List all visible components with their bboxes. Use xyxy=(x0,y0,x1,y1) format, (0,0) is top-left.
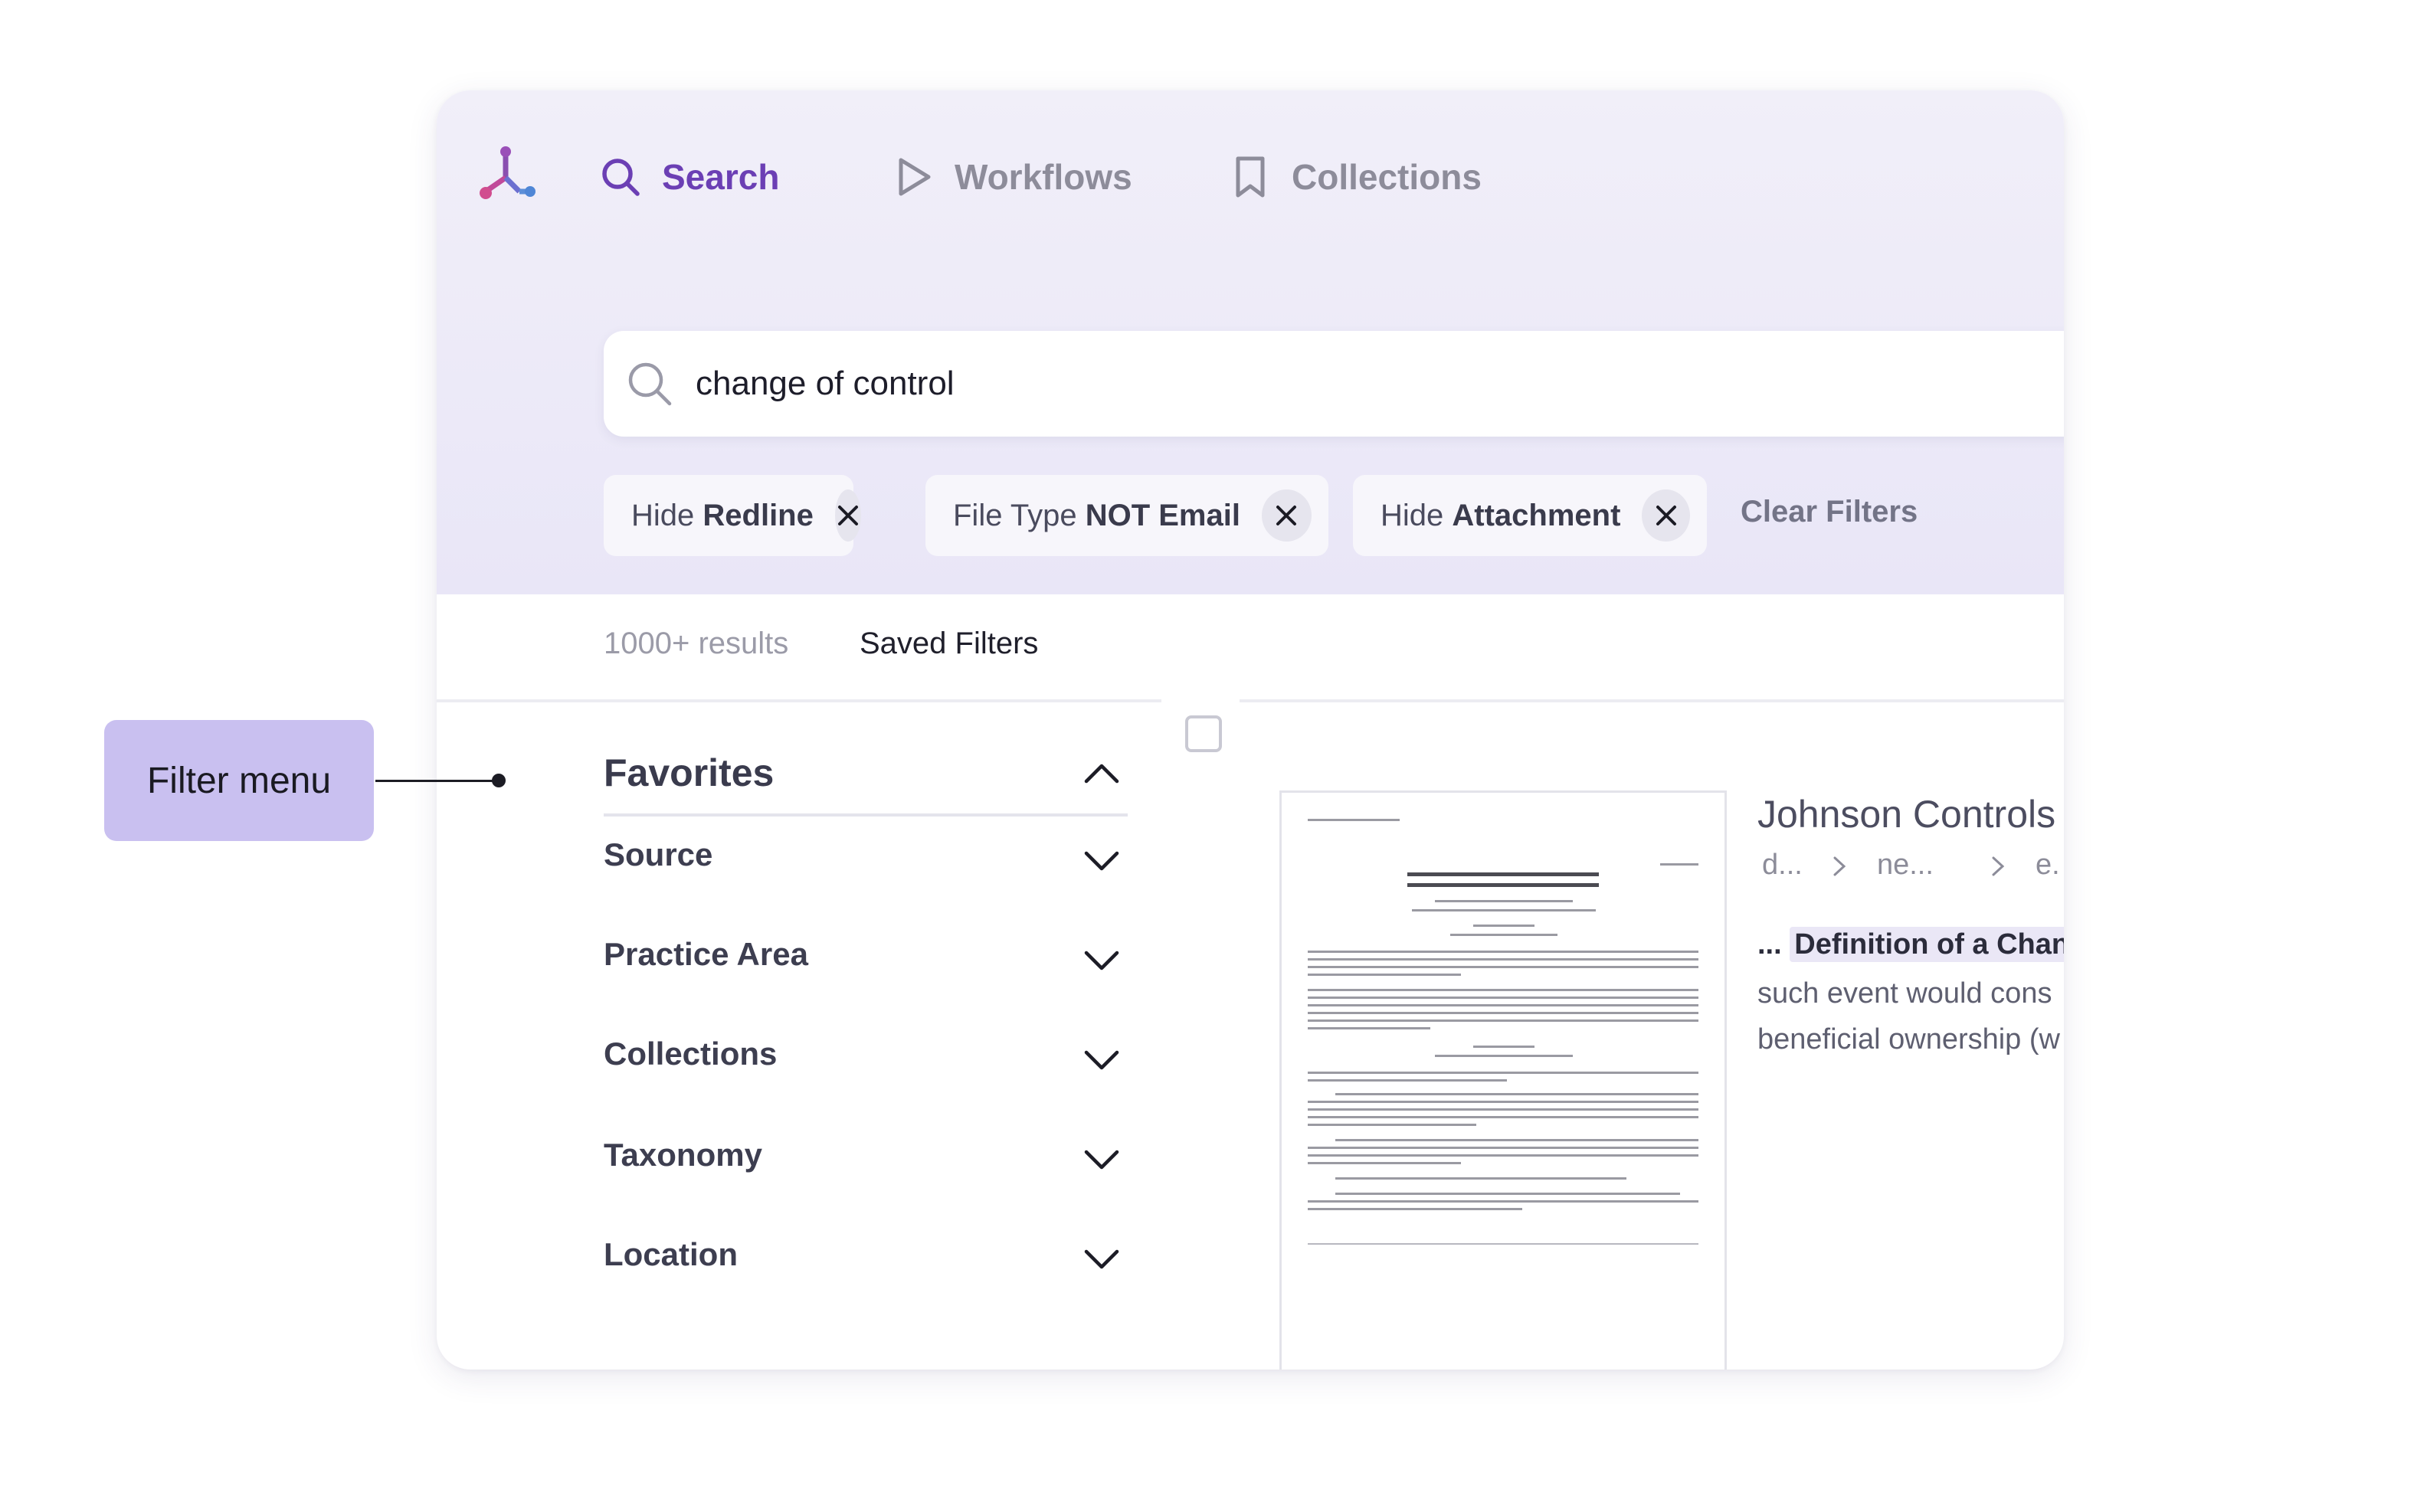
filter-item-source[interactable]: Source xyxy=(604,836,712,873)
search-icon xyxy=(628,362,672,406)
filter-item-taxonomy[interactable]: Taxonomy xyxy=(604,1137,762,1173)
result-snippet-line: such event would cons xyxy=(1757,977,2052,1010)
snippet-prefix: ... xyxy=(1757,928,1782,961)
tab-search-label: Search xyxy=(662,157,780,197)
document-thumbnail[interactable] xyxy=(1279,790,1727,1370)
breadcrumb: d... ne... e. xyxy=(1762,849,2064,882)
tab-search[interactable]: Search xyxy=(599,150,779,204)
remove-filter-button[interactable] xyxy=(1261,489,1312,542)
chip-prefix: File Type xyxy=(953,498,1086,532)
chevron-down-icon[interactable] xyxy=(1082,1040,1122,1080)
callout-connector xyxy=(375,780,498,782)
play-icon xyxy=(899,158,931,196)
results-count: 1000+ results xyxy=(604,627,789,660)
chip-prefix: Hide xyxy=(631,498,703,532)
breadcrumb-item[interactable]: e. xyxy=(2036,849,2060,882)
saved-filters-button[interactable]: Saved Filters xyxy=(860,627,1038,661)
snippet-highlight: Definition of a Chang xyxy=(1790,927,2064,962)
favorites-heading[interactable]: Favorites xyxy=(604,751,774,795)
chevron-down-icon[interactable] xyxy=(1082,1140,1122,1180)
search-bar xyxy=(604,331,2064,437)
divider xyxy=(1240,699,2064,702)
filter-chip-hide-attachment: Hide Attachment xyxy=(1353,475,1707,556)
bookmark-icon xyxy=(1236,156,1265,198)
callout-dot xyxy=(492,774,506,787)
chip-value: Attachment xyxy=(1452,498,1621,532)
select-all-checkbox[interactable] xyxy=(1185,715,1222,752)
filter-item-collections[interactable]: Collections xyxy=(604,1036,777,1072)
chip-value: NOT Email xyxy=(1085,498,1240,532)
filter-item-practice-area[interactable]: Practice Area xyxy=(604,936,808,973)
chip-prefix: Hide xyxy=(1381,498,1453,532)
result-title[interactable]: Johnson Controls xyxy=(1757,792,2055,836)
filter-item-location[interactable]: Location xyxy=(604,1236,738,1273)
chevron-down-icon[interactable] xyxy=(1082,941,1122,980)
clear-filters-button[interactable]: Clear Filters xyxy=(1741,495,1918,529)
breadcrumb-item[interactable]: ne... xyxy=(1877,849,1934,882)
close-icon xyxy=(837,506,858,525)
chevron-right-icon xyxy=(1992,856,2005,876)
remove-filter-button[interactable] xyxy=(834,489,861,542)
close-icon xyxy=(1656,506,1676,525)
app-window: Search Workflows Collections Hide Redlin… xyxy=(437,90,2064,1370)
chevron-down-icon[interactable] xyxy=(1082,841,1122,881)
filter-menu-callout: Filter menu xyxy=(104,720,374,841)
breadcrumb-item[interactable]: d... xyxy=(1762,849,1803,882)
tab-collections-label: Collections xyxy=(1292,157,1482,197)
divider xyxy=(437,699,1161,702)
filter-chip-hide-redline: Hide Redline xyxy=(604,475,861,556)
close-icon xyxy=(1276,506,1297,525)
header-panel: Search Workflows Collections Hide Redlin… xyxy=(437,90,2064,594)
search-icon xyxy=(602,159,640,196)
tab-workflows-label: Workflows xyxy=(955,157,1132,197)
chip-value: Redline xyxy=(703,498,814,532)
result-snippet: ... Definition of a Chang xyxy=(1757,927,2064,962)
app-logo-icon xyxy=(480,146,536,199)
filter-chip-file-type: File Type NOT Email xyxy=(925,475,1328,556)
search-input[interactable] xyxy=(694,364,2000,404)
result-snippet-line: beneficial ownership (w xyxy=(1757,1023,2060,1055)
chevron-down-icon[interactable] xyxy=(1082,1239,1122,1279)
divider xyxy=(604,813,1128,817)
tab-collections[interactable]: Collections xyxy=(1229,150,1482,204)
chevron-right-icon xyxy=(1833,856,1846,876)
tab-workflows[interactable]: Workflows xyxy=(892,150,1132,204)
remove-filter-button[interactable] xyxy=(1642,489,1690,542)
chevron-up-icon[interactable] xyxy=(1082,754,1122,794)
